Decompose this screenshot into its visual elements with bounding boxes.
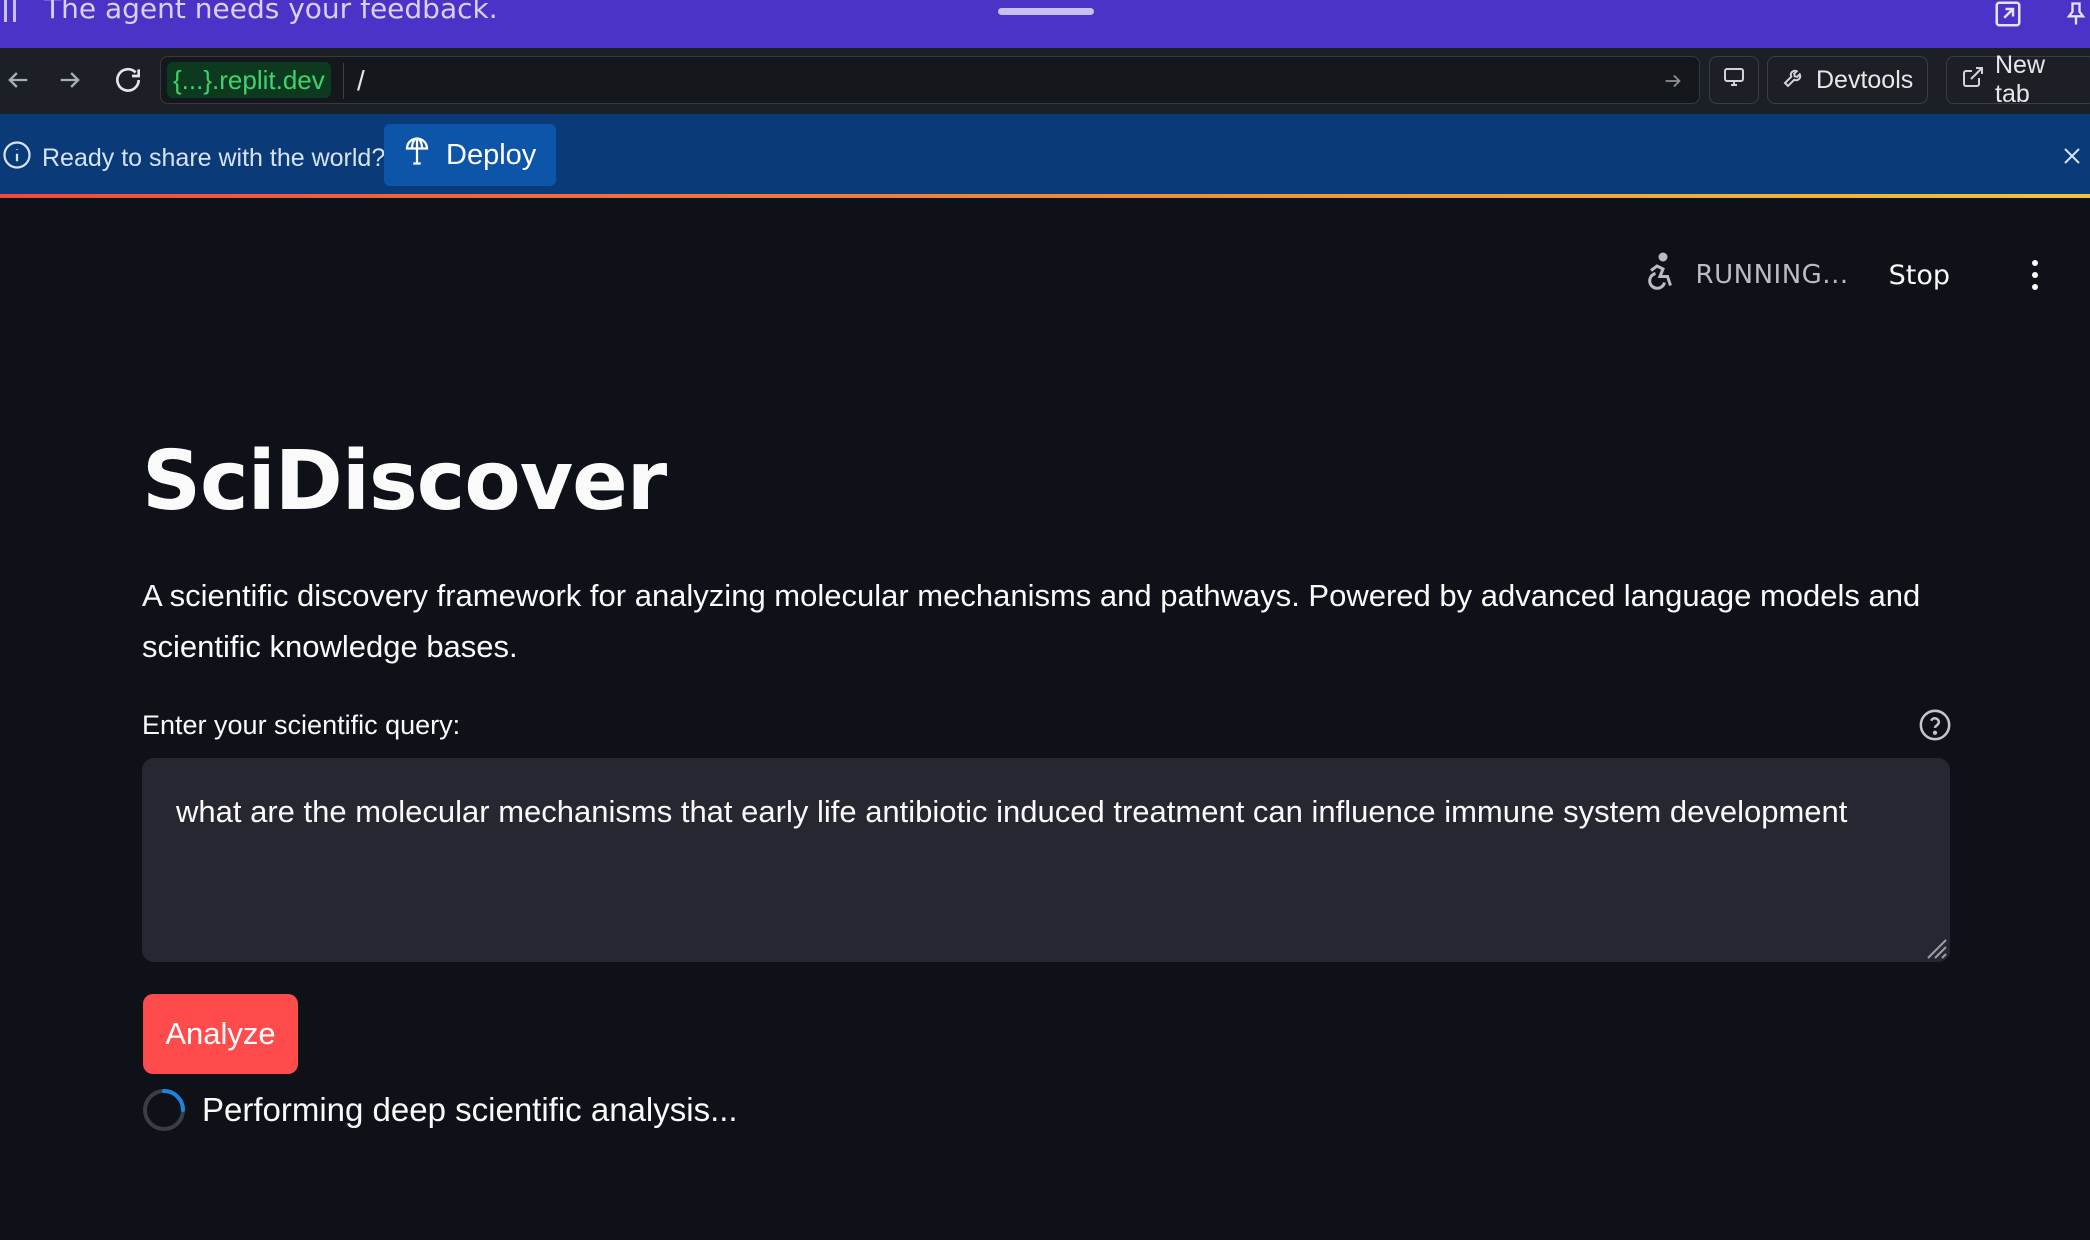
screen-icon	[1722, 65, 1746, 96]
page-title: SciDiscover	[142, 434, 667, 529]
devtools-label: Devtools	[1816, 65, 1914, 94]
close-icon[interactable]	[2056, 140, 2088, 172]
page-description: A scientific discovery framework for ana…	[142, 578, 1921, 664]
url-path: /	[357, 65, 365, 96]
query-label: Enter your scientific query:	[142, 710, 461, 740]
query-textarea[interactable]: what are the molecular mechanisms that e…	[142, 758, 1950, 962]
banner-accent-line	[0, 194, 2090, 198]
spinner-text: Performing deep scientific analysis...	[202, 1091, 738, 1128]
app-main: RUNNING... Stop SciDiscover A scientific…	[0, 202, 2090, 1240]
running-figure-icon	[1642, 252, 1678, 299]
reload-icon[interactable]	[108, 60, 148, 100]
drag-handle[interactable]	[998, 8, 1094, 15]
drag-grip-icon[interactable]	[4, 0, 24, 26]
stop-button[interactable]: Stop	[1889, 260, 1950, 291]
forward-arrow-icon[interactable]	[50, 60, 90, 100]
url-bar[interactable]: {...}.replit.dev /	[160, 56, 1700, 104]
deploy-button[interactable]: Deploy	[384, 124, 556, 186]
query-text: what are the molecular mechanisms that e…	[176, 794, 1848, 829]
pin-icon[interactable]	[2058, 0, 2090, 32]
deploy-banner: Ready to share with the world? Deploy	[0, 114, 2090, 198]
resize-handle-icon[interactable]	[1922, 934, 1948, 960]
app-status-area: RUNNING... Stop	[1642, 250, 1950, 300]
agent-feedback-bar: The agent needs your feedback.	[0, 0, 2090, 48]
deploy-info: Ready to share with the world?	[2, 140, 385, 177]
running-status: RUNNING...	[1642, 252, 1849, 299]
new-tab-button[interactable]: New tab	[1946, 51, 2090, 108]
screen-button[interactable]	[1709, 56, 1759, 104]
deploy-info-text: Ready to share with the world?	[42, 144, 386, 172]
agent-message: The agent needs your feedback.	[44, 0, 498, 25]
devtools-button[interactable]: Devtools	[1767, 56, 1929, 104]
back-arrow-icon[interactable]	[0, 60, 38, 100]
expand-icon[interactable]	[1990, 0, 2026, 32]
loading-status: Performing deep scientific analysis...	[142, 1088, 738, 1132]
new-tab-label: New tab	[1995, 51, 2046, 108]
url-separator	[343, 63, 344, 99]
spinner-icon	[142, 1088, 186, 1132]
external-link-icon	[1961, 65, 1985, 96]
browser-toolbar: {...}.replit.dev / Devtools New tab	[0, 48, 2090, 114]
help-icon[interactable]	[1918, 708, 1952, 742]
url-host: {...}.replit.dev	[167, 62, 331, 98]
running-label: RUNNING...	[1695, 260, 1849, 290]
go-arrow-icon[interactable]	[1659, 67, 1687, 95]
deploy-label: Deploy	[446, 138, 537, 171]
deploy-icon	[402, 136, 432, 174]
wrench-icon	[1782, 65, 1806, 96]
main-menu-icon[interactable]	[2020, 250, 2050, 300]
info-icon	[2, 140, 32, 177]
analyze-button[interactable]: Analyze	[143, 994, 298, 1074]
